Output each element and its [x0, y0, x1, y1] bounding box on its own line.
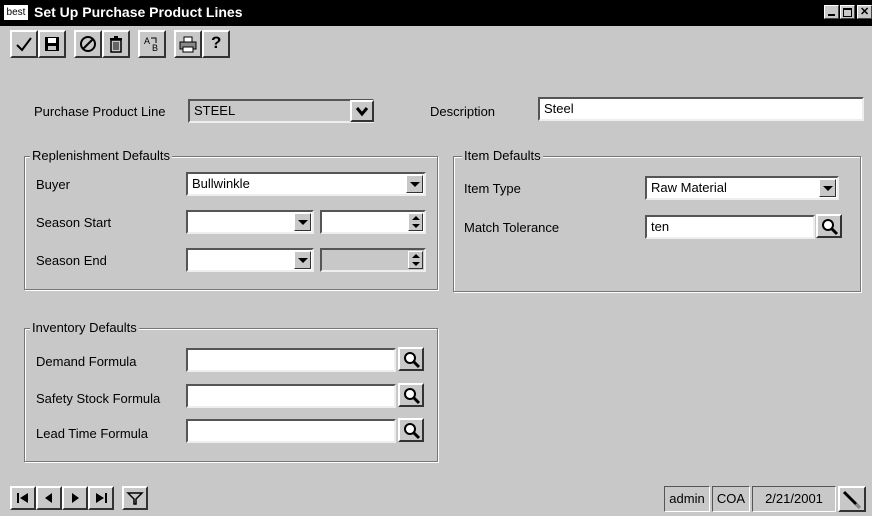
minimize-button[interactable]	[824, 5, 839, 19]
trash-icon	[110, 36, 122, 53]
item-type-label: Item Type	[464, 181, 521, 196]
magnifier-icon	[404, 388, 421, 405]
demand-formula-lookup-button[interactable]	[398, 347, 424, 371]
delete-button[interactable]	[102, 30, 130, 58]
edit-button[interactable]	[838, 486, 866, 512]
season-start-day-spinner[interactable]	[320, 210, 426, 234]
buyer-label: Buyer	[36, 177, 70, 192]
app-icon[interactable]: best	[4, 5, 28, 20]
season-end-month-select[interactable]	[186, 248, 314, 272]
previous-record-button[interactable]	[36, 486, 62, 510]
svg-text:A: A	[144, 36, 150, 46]
season-end-dropdown-icon[interactable]	[294, 251, 311, 269]
inventory-defaults-legend: Inventory Defaults	[30, 320, 139, 335]
previous-record-icon	[45, 493, 52, 503]
maximize-icon	[843, 8, 852, 17]
next-record-button[interactable]	[62, 486, 88, 510]
chevron-down-icon	[355, 107, 369, 117]
demand-formula-field[interactable]	[186, 348, 396, 372]
product-line-value: STEEL	[194, 103, 236, 118]
lead-time-formula-label: Lead Time Formula	[36, 426, 148, 441]
next-record-icon	[72, 493, 79, 503]
first-record-button[interactable]	[10, 486, 36, 510]
spell-check-icon: AB	[144, 36, 158, 53]
title-bar[interactable]: best Set Up Purchase Product Lines ✕	[0, 0, 872, 26]
magnifier-icon	[404, 423, 421, 440]
purchase-product-lines-window: best Set Up Purchase Product Lines ✕ AB	[0, 0, 872, 516]
pencil-icon	[842, 490, 862, 509]
product-line-label: Purchase Product Line	[34, 104, 166, 119]
description-value: Steel	[544, 101, 574, 116]
first-record-icon	[17, 493, 28, 503]
product-line-dropdown-button[interactable]	[350, 100, 374, 122]
season-start-dropdown-icon[interactable]	[294, 213, 311, 231]
match-tolerance-value: ten	[651, 219, 670, 234]
filter-icon	[126, 492, 144, 505]
close-button[interactable]: ✕	[857, 5, 872, 19]
magnifier-icon	[404, 352, 421, 369]
maximize-button[interactable]	[840, 5, 855, 19]
safety-stock-formula-field[interactable]	[186, 384, 396, 408]
item-type-select[interactable]: Raw Material	[645, 176, 839, 200]
save-button[interactable]	[38, 30, 66, 58]
product-line-field[interactable]: STEEL	[188, 99, 374, 123]
safety-stock-lookup-button[interactable]	[398, 383, 424, 407]
close-icon: ✕	[860, 6, 870, 18]
buyer-value: Bullwinkle	[192, 176, 250, 191]
season-start-spinner-icon[interactable]	[408, 213, 423, 231]
safety-stock-formula-label: Safety Stock Formula	[36, 391, 161, 406]
match-tolerance-field[interactable]: ten	[645, 215, 815, 239]
season-end-spinner-icon[interactable]	[408, 251, 423, 269]
spelling-button[interactable]: AB	[138, 30, 166, 58]
item-type-value: Raw Material	[651, 180, 727, 195]
replenishment-defaults-legend: Replenishment Defaults	[30, 148, 173, 163]
demand-formula-label: Demand Formula	[36, 354, 137, 369]
description-label: Description	[430, 104, 496, 119]
description-field[interactable]: Steel	[538, 97, 864, 121]
svg-text:B: B	[152, 43, 158, 53]
printer-icon	[179, 36, 197, 53]
status-user: admin	[664, 486, 710, 512]
item-defaults-legend: Item Defaults	[462, 148, 543, 163]
window-title: Set Up Purchase Product Lines	[34, 4, 243, 20]
season-start-label: Season Start	[36, 215, 112, 230]
buyer-dropdown-icon[interactable]	[406, 175, 423, 193]
season-end-label: Season End	[36, 253, 107, 268]
match-tolerance-lookup-button[interactable]	[816, 214, 842, 238]
status-company: COA	[712, 486, 750, 512]
status-date: 2/21/2001	[752, 486, 836, 512]
accept-button[interactable]	[10, 30, 38, 58]
checkmark-icon	[16, 37, 32, 52]
lead-time-formula-field[interactable]	[186, 419, 396, 443]
save-icon	[45, 37, 59, 51]
lead-time-lookup-button[interactable]	[398, 418, 424, 442]
season-end-day-spinner[interactable]	[320, 248, 426, 272]
last-record-button[interactable]	[88, 486, 114, 510]
magnifier-icon	[822, 219, 839, 236]
buyer-select[interactable]: Bullwinkle	[186, 172, 426, 196]
minimize-icon	[828, 14, 835, 16]
season-start-month-select[interactable]	[186, 210, 314, 234]
print-button[interactable]	[174, 30, 202, 58]
match-tolerance-label: Match Tolerance	[464, 220, 560, 235]
item-type-dropdown-icon[interactable]	[819, 179, 836, 197]
last-record-icon	[96, 493, 107, 503]
cancel-button[interactable]	[74, 30, 102, 58]
cancel-icon	[80, 36, 96, 52]
help-button[interactable]: ?	[202, 30, 230, 58]
filter-button[interactable]	[122, 486, 148, 510]
help-icon: ?	[211, 33, 222, 52]
